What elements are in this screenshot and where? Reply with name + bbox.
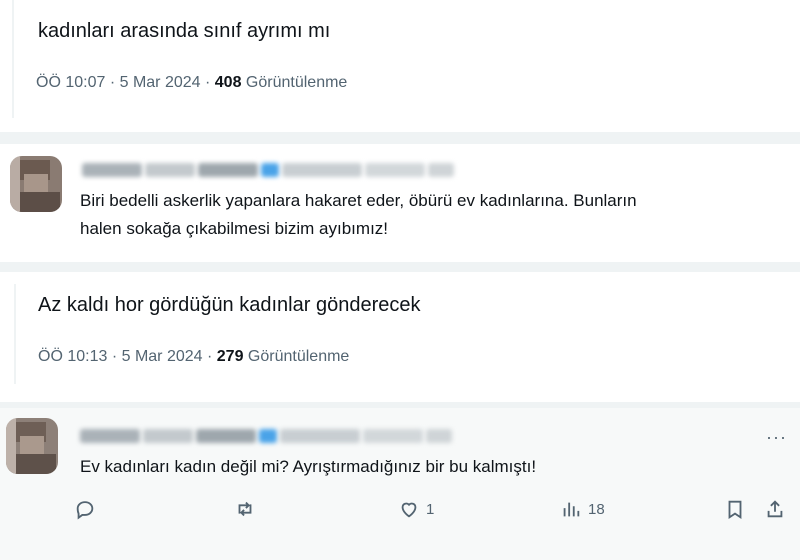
views-button[interactable]: 18 — [560, 498, 605, 520]
bookmark-button[interactable] — [724, 498, 746, 520]
reply-text: Ev kadınları kadın değil mi? Ayrıştırmad… — [80, 457, 537, 476]
heart-icon — [401, 502, 417, 518]
bookmark-icon — [728, 500, 742, 519]
divider — [0, 132, 800, 144]
tweet-time[interactable]: ÖÖ 10:13 · 5 Mar 2024 · — [38, 348, 212, 365]
reply-text-line-2: halen sokağa çıkabilmesi bizim ayıbımız! — [80, 219, 389, 238]
tweet-text: Az kaldı hor gördüğün kadınlar gönderece… — [38, 294, 421, 316]
divider — [0, 262, 800, 272]
avatar[interactable] — [10, 156, 62, 212]
display-name-blurred[interactable] — [82, 162, 454, 178]
bar-chart-icon — [563, 502, 580, 517]
views-label: Görüntülenme — [247, 348, 350, 365]
tweet-meta: ÖÖ 10:07 · 5 Mar 2024 · 408 Görüntülenme — [36, 74, 347, 92]
avatar[interactable] — [6, 418, 58, 474]
verified-badge-icon — [261, 163, 279, 177]
tweet-text: kadınları arasında sınıf ayrımı mı — [38, 20, 331, 42]
views-label: Görüntülenme — [245, 74, 348, 91]
reply-text-line-1: Biri bedelli askerlik yapanlara hakaret … — [80, 191, 637, 210]
verified-badge-icon — [259, 429, 277, 443]
share-icon — [767, 500, 783, 518]
quoted-tweet-2[interactable]: Az kaldı hor gördüğün kadınlar gönderece… — [0, 272, 800, 402]
views-count: 279 — [216, 348, 244, 365]
reply-button[interactable] — [74, 498, 96, 520]
tweet-meta: ÖÖ 10:13 · 5 Mar 2024 · 279 Görüntülenme — [38, 348, 349, 366]
more-options-icon[interactable]: ··· — [766, 428, 787, 446]
tweet-time[interactable]: ÖÖ 10:07 · 5 Mar 2024 · — [36, 74, 210, 91]
display-name-blurred[interactable] — [80, 428, 452, 444]
share-button[interactable] — [764, 498, 786, 520]
action-bar: 1 18 — [0, 498, 800, 528]
views-count: 18 — [588, 500, 605, 518]
thread-line — [12, 0, 14, 118]
reply-tweet-1[interactable]: Biri bedelli askerlik yapanlara hakaret … — [0, 144, 800, 260]
retweet-button[interactable] — [234, 498, 256, 520]
comment-icon — [76, 501, 94, 520]
retweet-icon — [238, 501, 252, 517]
reply-tweet-2[interactable]: ··· Ev kadınları kadın değil mi? Ayrıştı… — [0, 408, 800, 560]
thread-line — [14, 284, 16, 384]
quoted-tweet-1[interactable]: kadınları arasında sınıf ayrımı mı ÖÖ 10… — [0, 0, 800, 132]
views-count: 408 — [214, 74, 242, 91]
like-button[interactable]: 1 — [398, 498, 434, 520]
like-count: 1 — [426, 500, 435, 518]
